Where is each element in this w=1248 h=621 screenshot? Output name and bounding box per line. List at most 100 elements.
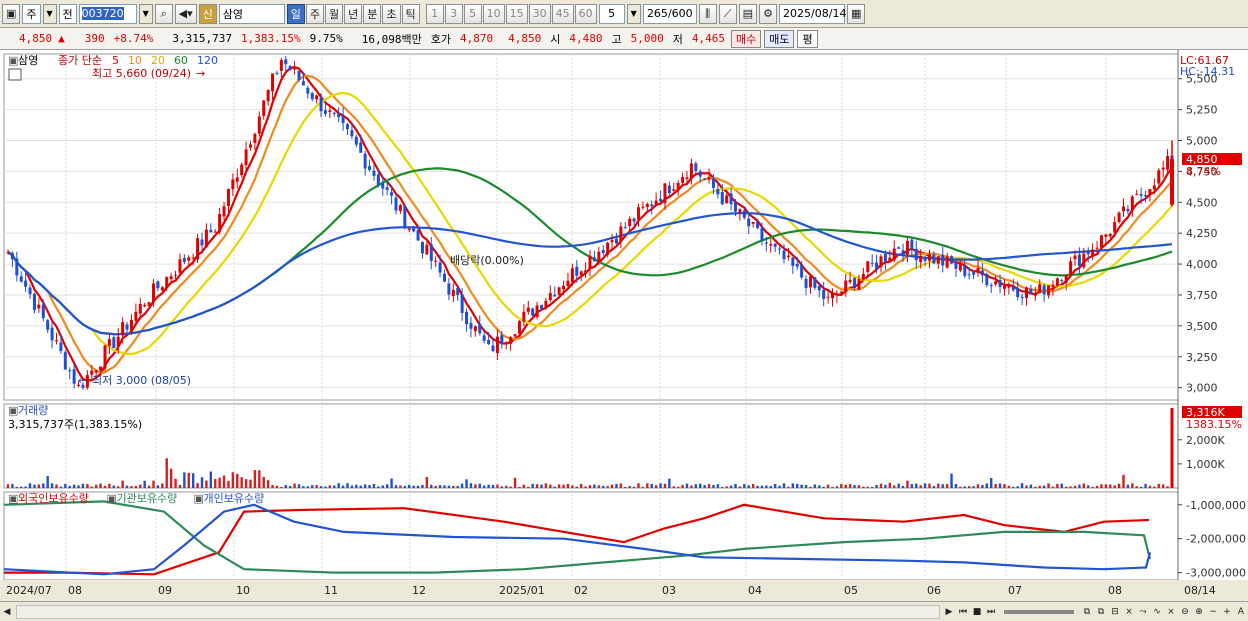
search-icon[interactable]: ⌕ [154, 3, 173, 24]
avg-button[interactable]: 평 [797, 29, 818, 48]
type-select[interactable]: 주 [22, 3, 41, 24]
rewind-icon[interactable]: ⏮ [956, 604, 970, 620]
interval-input[interactable]: 5 [598, 3, 625, 24]
chart-svg[interactable]: 2024/07 08 09 10 11 12 2025/01 02 03 04 05 06 07 08 08… [0, 50, 1248, 601]
line-tool-icon[interactable]: ⟋ [718, 3, 737, 24]
copy-icon[interactable]: ⊟ [1108, 604, 1122, 620]
volume-bar [262, 476, 265, 488]
candle-type-icon[interactable]: ⫼ [698, 3, 717, 24]
candle-body [284, 59, 288, 65]
volume-bar [108, 483, 111, 488]
candle-body [597, 251, 601, 262]
price-settings-icon: ▣ [8, 54, 18, 67]
candle-body [165, 277, 169, 289]
candle-body [143, 304, 147, 307]
speaker-icon[interactable]: ◀▾ [174, 3, 197, 24]
stock-name-field[interactable]: 삼영 [218, 3, 285, 24]
x-icon[interactable]: ⨯ [1122, 604, 1136, 620]
candle-body [861, 273, 865, 280]
candle-body [226, 188, 230, 207]
candle-body [116, 336, 120, 347]
buy-button[interactable]: 매수 [730, 29, 762, 48]
candle-body [354, 136, 358, 145]
holding-legend-2: 개인보유수량 [204, 492, 265, 505]
volume-bar [906, 480, 909, 488]
count-field[interactable]: 265/600 [642, 3, 697, 24]
volume-bar [818, 485, 821, 488]
candle-body [1091, 249, 1095, 256]
calendar-icon[interactable]: ▦ [847, 3, 866, 24]
candle-body [32, 293, 36, 310]
volume-bar [1153, 486, 1156, 488]
period-button-3[interactable]: 년 [344, 3, 363, 24]
period-button-2[interactable]: 월 [325, 3, 344, 24]
volume-bar [430, 484, 433, 488]
volume-bar [831, 486, 834, 488]
minus-icon[interactable]: − [1206, 604, 1220, 620]
window-icon[interactable]: ▣ [2, 3, 21, 24]
interval-button-4[interactable]: 15 [505, 3, 528, 24]
period-button-1[interactable]: 주 [305, 3, 325, 24]
play-icon[interactable]: ⏭ [984, 604, 998, 620]
font-icon[interactable]: A [1234, 604, 1248, 620]
code-dropdown-icon[interactable]: ▼ [138, 3, 153, 24]
period-button-4[interactable]: 분 [363, 3, 382, 24]
interval-button-5[interactable]: 30 [528, 3, 551, 24]
wave-icon[interactable]: ∿ [1150, 604, 1164, 620]
zoom-out-icon[interactable]: ⊖ [1178, 604, 1192, 620]
interval-button-0[interactable]: 1 [425, 3, 444, 24]
date-field[interactable]: 2025/08/14 [779, 3, 846, 24]
candle-body [191, 257, 195, 259]
period-button-6[interactable]: 틱 [401, 3, 420, 24]
candle-body [817, 286, 821, 291]
candle-body [526, 307, 530, 312]
compare-icon[interactable]: ⧉ [1080, 604, 1094, 620]
interval-button-1[interactable]: 3 [444, 3, 463, 24]
interval-button-6[interactable]: 45 [551, 3, 574, 24]
period-button-5[interactable]: 초 [382, 3, 401, 24]
volume-bar [139, 484, 142, 488]
chart-area[interactable]: 2024/07 08 09 10 11 12 2025/01 02 03 04 05 06 07 08 08… [0, 50, 1248, 601]
volume-bar [77, 485, 80, 488]
zoom-in-icon[interactable]: ⊕ [1192, 604, 1206, 620]
volume-bar [416, 485, 420, 488]
zoom-slider[interactable] [1004, 609, 1074, 614]
trend-icon[interactable]: ⤳ [1136, 604, 1150, 620]
scroll-track[interactable] [16, 604, 940, 619]
volume-bar [205, 480, 208, 488]
mode-select[interactable]: 전 [58, 3, 77, 24]
cross-icon[interactable]: ⨯ [1164, 604, 1178, 620]
period-button-0[interactable]: 일 [286, 3, 305, 24]
volume-bar [227, 480, 230, 488]
volume-bar [1025, 485, 1028, 488]
volume-bar [191, 473, 195, 488]
volume-bar [544, 483, 548, 488]
stop-icon[interactable]: ■ [970, 604, 984, 620]
code-input[interactable]: 003720 [78, 3, 137, 24]
candle-body [672, 189, 676, 191]
volume-bar [86, 484, 89, 488]
scroll-right-icon[interactable]: ▶ [942, 604, 956, 620]
candle-body [901, 250, 905, 256]
candle-body [553, 294, 557, 297]
volume-bar [1095, 485, 1099, 488]
interval-dropdown-icon[interactable]: ▼ [626, 3, 641, 24]
compare2-icon[interactable]: ⧉ [1094, 604, 1108, 620]
plus-icon[interactable]: + [1220, 604, 1234, 620]
sell-button[interactable]: 매도 [764, 29, 795, 48]
gear-icon[interactable]: ⚙ [759, 3, 778, 24]
candle-body [50, 327, 54, 341]
high-arrow-icon: → [196, 67, 205, 80]
volume-bar [209, 471, 213, 488]
x-axis-band [0, 580, 1248, 601]
volume-bar [910, 484, 914, 488]
interval-button-3[interactable]: 10 [482, 3, 505, 24]
interval-button-2[interactable]: 5 [463, 3, 482, 24]
candle-body [398, 205, 402, 212]
interval-button-7[interactable]: 60 [574, 3, 597, 24]
volume-bar [319, 486, 323, 488]
scroll-left-icon[interactable]: ◀ [0, 604, 14, 620]
candle-body [548, 293, 552, 301]
type-dropdown-icon[interactable]: ▼ [42, 3, 57, 24]
save-icon[interactable]: ▤ [738, 3, 758, 24]
